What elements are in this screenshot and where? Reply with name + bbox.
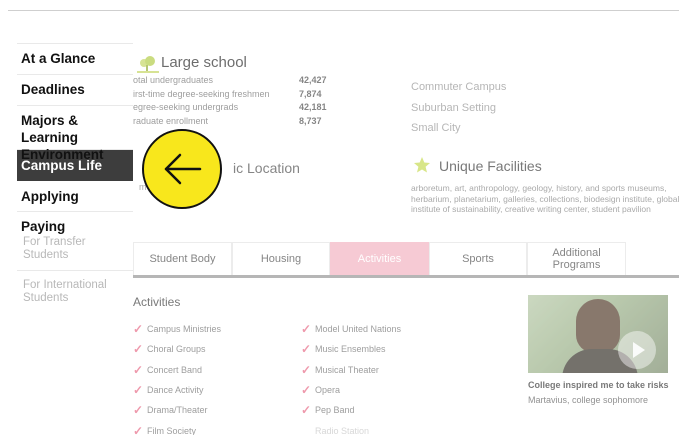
campus-life-tabs: Student Body Housing Activities Sports A… bbox=[133, 242, 679, 278]
tab-housing[interactable]: Housing bbox=[232, 242, 330, 275]
tab-additional-programs[interactable]: Additional Programs bbox=[527, 242, 626, 275]
tab-student-body[interactable]: Student Body bbox=[133, 242, 232, 275]
campus-tag: Suburban Setting bbox=[411, 101, 497, 114]
list-item: ✓ Opera bbox=[301, 383, 341, 398]
list-item: ✓ Pep Band bbox=[301, 403, 355, 418]
video-subcaption: Martavius, college sophomore bbox=[528, 395, 649, 405]
list-item: ✓Radio Station bbox=[301, 420, 401, 435]
sidebar-nav: At a Glance Deadlines Majors & Learning … bbox=[17, 43, 133, 305]
sidebar-item-paying[interactable]: Paying bbox=[17, 212, 133, 234]
list-item: ✓ Campus Ministries bbox=[133, 322, 222, 337]
location-title: ic Location bbox=[233, 160, 300, 176]
activities-list-col1: ✓ Campus Ministries ✓ Choral Groups ✓ Conce… bbox=[133, 319, 221, 435]
stat-row: otal undergraduates 42,427 bbox=[133, 75, 327, 85]
sidebar-subitem-transfer[interactable]: For Transfer Students bbox=[17, 234, 133, 271]
check-icon: ✓ bbox=[133, 403, 144, 418]
stat-row: irst-time degree-seeking freshmen 7,874 bbox=[133, 88, 322, 99]
check-icon: ✓ bbox=[301, 424, 315, 435]
list-item: ✓ Model United Nations bbox=[301, 322, 402, 337]
activities-list-col2: ✓ Model United Nations ✓ Music Ensembles ✓… bbox=[301, 319, 401, 435]
check-icon: ✓ bbox=[301, 403, 312, 418]
top-divider bbox=[8, 10, 679, 11]
video-caption: College inspired me to take risks bbox=[528, 380, 669, 390]
campus-setting-tags: Commuter Campus Suburban Setting Small C… bbox=[411, 80, 506, 142]
check-icon: ✓ bbox=[301, 362, 312, 377]
student-figure bbox=[576, 299, 620, 353]
check-icon: ✓ bbox=[133, 362, 144, 377]
student-video-thumbnail[interactable] bbox=[528, 295, 668, 373]
tab-activities[interactable]: Activities bbox=[330, 242, 429, 275]
play-icon[interactable] bbox=[618, 331, 656, 369]
arrow-left-icon bbox=[164, 153, 202, 185]
sidebar-item-campus-life[interactable]: Campus Life bbox=[17, 150, 133, 181]
list-item: ✓ Concert Band bbox=[133, 362, 203, 377]
sidebar-item-at-a-glance[interactable]: At a Glance bbox=[17, 43, 133, 75]
list-item: ✓ Film Society bbox=[133, 420, 221, 435]
tab-sports[interactable]: Sports bbox=[429, 242, 527, 275]
check-icon: ✓ bbox=[133, 322, 144, 337]
enrollment-stats: otal undergraduates 42,427 irst-time degr… bbox=[133, 74, 333, 128]
activities-heading: Activities bbox=[133, 295, 181, 309]
check-icon: ✓ bbox=[133, 423, 144, 435]
list-item: ✓ Drama/Theater bbox=[133, 403, 208, 418]
sidebar-item-majors[interactable]: Majors & Learning Environment bbox=[17, 106, 133, 162]
back-button[interactable] bbox=[142, 129, 222, 209]
list-item: ✓ Musical Theater bbox=[301, 362, 379, 377]
list-item: ✓ Choral Groups bbox=[133, 342, 206, 357]
unique-facilities-text: arboretum, art, anthropology, geology, h… bbox=[411, 183, 679, 214]
sidebar-item-deadlines[interactable]: Deadlines bbox=[17, 75, 133, 106]
list-item: ✓ Dance Activity bbox=[133, 383, 204, 398]
check-icon: ✓ bbox=[301, 383, 312, 398]
sidebar-subitem-international[interactable]: For International Students bbox=[17, 271, 133, 305]
campus-tag: Commuter Campus bbox=[411, 81, 507, 93]
check-icon: ✓ bbox=[133, 342, 144, 357]
unique-facilities-title: Unique Facilities bbox=[439, 158, 542, 174]
stat-row: raduate enrollment 8,737 bbox=[133, 115, 322, 126]
check-icon: ✓ bbox=[133, 383, 144, 398]
campus-tag: Small City bbox=[411, 122, 461, 134]
check-icon: ✓ bbox=[301, 342, 312, 357]
check-icon: ✓ bbox=[301, 322, 312, 337]
sidebar-item-applying[interactable]: Applying bbox=[17, 181, 133, 212]
tree-icon bbox=[137, 56, 159, 73]
campus-life-content: Large school otal undergraduates 42,427 i… bbox=[133, 43, 679, 435]
school-size-title: Large school bbox=[161, 54, 247, 71]
list-item: ✓ Music Ensembles bbox=[301, 342, 386, 357]
stat-row: egree-seeking undergrads 42,181 bbox=[133, 102, 327, 112]
